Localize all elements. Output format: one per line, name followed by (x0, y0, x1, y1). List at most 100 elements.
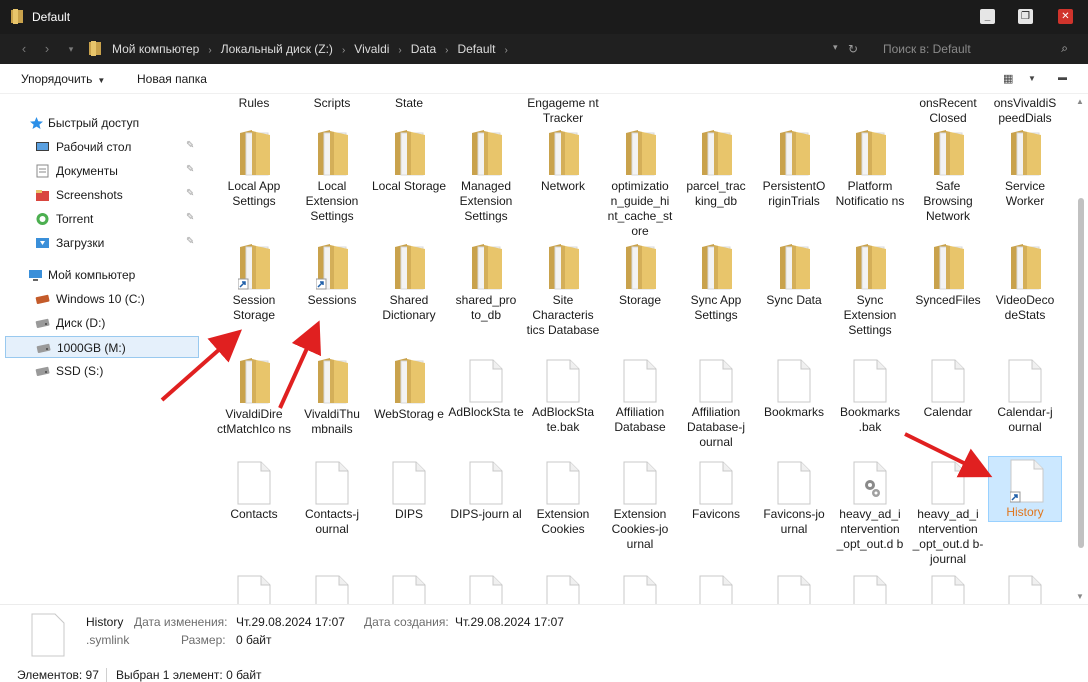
file-item[interactable] (525, 573, 601, 604)
file-item[interactable]: onsRecent Closed (910, 94, 986, 128)
file-item[interactable]: Favicons (678, 459, 754, 571)
file-item[interactable]: DIPS-journ al (448, 459, 524, 571)
file-item[interactable] (832, 573, 908, 604)
help-icon[interactable]: ▬ (1058, 72, 1067, 82)
breadcrumb-item[interactable]: Мой компьютер (112, 42, 199, 56)
new-folder-button[interactable]: Новая папка (137, 72, 207, 86)
file-item[interactable] (602, 573, 678, 604)
close-button[interactable]: ✕ (1058, 9, 1073, 24)
breadcrumb-item[interactable]: Vivaldi (354, 42, 389, 56)
file-item[interactable]: History (988, 456, 1062, 522)
file-item[interactable]: Local Extension Settings (294, 129, 370, 241)
file-item[interactable]: heavy_ad_i ntervention _opt_out.d b-jour… (910, 459, 986, 571)
file-item[interactable]: Favicons-jo urnal (756, 459, 832, 571)
breadcrumb-item[interactable]: Data (411, 42, 436, 56)
file-item[interactable]: Bookmarks .bak (832, 357, 908, 469)
forward-button[interactable]: › (39, 41, 55, 57)
vertical-scrollbar[interactable]: ▲ ▼ (1074, 94, 1088, 604)
pin-icon[interactable]: ✎ (186, 164, 194, 175)
file-item[interactable]: State (371, 94, 447, 128)
organize-button[interactable]: Упорядочить ▼ (21, 72, 105, 86)
nav-my-computer[interactable]: Мой компьютер (0, 264, 200, 286)
chevron-right-icon[interactable]: › (505, 45, 508, 56)
pin-icon[interactable]: ✎ (186, 188, 194, 199)
file-item[interactable]: Platform Notificatio ns (832, 129, 908, 241)
pin-icon[interactable]: ✎ (186, 236, 194, 247)
search-input[interactable]: Поиск в: Default ⌕ (870, 39, 1080, 60)
file-item[interactable]: AdBlockSta te (448, 357, 524, 469)
nav-quick-access[interactable]: Быстрый доступ (0, 112, 200, 134)
file-item[interactable]: Bookmarks (756, 357, 832, 469)
file-item[interactable] (756, 573, 832, 604)
chevron-right-icon[interactable]: › (445, 45, 448, 56)
nav-drive[interactable]: 1000GB (M:) (5, 336, 199, 358)
view-options-icon[interactable]: ▦ (1003, 72, 1013, 85)
file-item[interactable]: Network (525, 129, 601, 241)
file-item[interactable]: Local Storage (371, 129, 447, 241)
file-item[interactable]: SyncedFiles (910, 243, 986, 355)
file-item[interactable]: Sync Data (756, 243, 832, 355)
file-item[interactable]: Calendar (910, 357, 986, 469)
file-item[interactable]: DIPS (371, 459, 447, 571)
file-item[interactable]: Extension Cookies (525, 459, 601, 571)
file-item[interactable]: Storage (602, 243, 678, 355)
file-item[interactable]: Engageme nt Tracker (525, 94, 601, 128)
file-item[interactable] (448, 573, 524, 604)
file-item[interactable]: Contacts (216, 459, 292, 571)
file-item[interactable]: VivaldiDire ctMatchIco ns (216, 357, 292, 469)
file-item[interactable]: VivaldiThu mbnails (294, 357, 370, 469)
nav-drive[interactable]: SSD (S:) (0, 360, 200, 382)
nav-drive[interactable]: Диск (D:) (0, 312, 200, 334)
file-item[interactable]: Sync Extension Settings (832, 243, 908, 355)
back-button[interactable]: ‹ (16, 41, 32, 57)
file-item[interactable]: Scripts (294, 94, 370, 128)
chevron-right-icon[interactable]: › (208, 45, 211, 56)
nav-pinned-item[interactable]: Torrent ✎ (0, 208, 200, 230)
file-item[interactable]: Affiliation Database (602, 357, 678, 469)
maximize-button[interactable]: ❐ (1018, 9, 1033, 24)
nav-pinned-item[interactable]: Screenshots ✎ (0, 184, 200, 206)
file-item[interactable]: Rules (216, 94, 292, 128)
file-item[interactable] (987, 573, 1063, 604)
file-item[interactable]: Sessions (294, 243, 370, 355)
file-item[interactable] (910, 573, 986, 604)
file-item[interactable]: Sync App Settings (678, 243, 754, 355)
scroll-up-icon[interactable]: ▲ (1076, 97, 1084, 106)
file-item[interactable]: Extension Cookies-jo urnal (602, 459, 678, 571)
scroll-down-icon[interactable]: ▼ (1076, 592, 1084, 601)
file-item[interactable]: Affiliation Database-j ournal (678, 357, 754, 469)
file-item[interactable]: Session Storage (216, 243, 292, 355)
file-item[interactable]: Calendar-j ournal (987, 357, 1063, 469)
chevron-right-icon[interactable]: › (398, 45, 401, 56)
file-item[interactable]: WebStorag e (371, 357, 447, 469)
nav-pinned-item[interactable]: Загрузки ✎ (0, 232, 200, 254)
nav-pinned-item[interactable]: Документы ✎ (0, 160, 200, 182)
file-item[interactable]: heavy_ad_i ntervention _opt_out.d b (832, 459, 908, 571)
file-item[interactable]: Shared Dictionary (371, 243, 447, 355)
nav-drive[interactable]: Windows 10 (C:) (0, 288, 200, 310)
file-item[interactable]: Site Characteris tics Database (525, 243, 601, 355)
file-item[interactable]: shared_pro to_db (448, 243, 524, 355)
history-dropdown-icon[interactable]: ▾ (63, 41, 79, 57)
file-item[interactable]: PersistentO riginTrials (756, 129, 832, 241)
file-item[interactable]: optimizatio n_guide_hi nt_cache_st ore (602, 129, 678, 241)
file-item[interactable] (371, 573, 447, 604)
file-item[interactable]: Service Worker (987, 129, 1063, 241)
file-item[interactable] (216, 573, 292, 604)
view-dropdown-icon[interactable]: ▼ (1028, 74, 1036, 83)
scroll-thumb[interactable] (1078, 198, 1084, 548)
file-item[interactable] (294, 573, 370, 604)
address-dropdown-icon[interactable]: ▾ (833, 42, 838, 53)
refresh-icon[interactable]: ↻ (848, 42, 858, 56)
file-item[interactable] (678, 573, 754, 604)
pin-icon[interactable]: ✎ (186, 212, 194, 223)
breadcrumb-item[interactable]: Default (457, 42, 495, 56)
file-item[interactable]: Managed Extension Settings (448, 129, 524, 241)
file-item[interactable]: Local App Settings (216, 129, 292, 241)
breadcrumb-item[interactable]: Локальный диск (Z:) (221, 42, 333, 56)
chevron-right-icon[interactable]: › (342, 45, 345, 56)
file-item[interactable]: Safe Browsing Network (910, 129, 986, 241)
minimize-button[interactable]: _ (980, 9, 995, 24)
file-item[interactable]: AdBlockSta te.bak (525, 357, 601, 469)
file-item[interactable]: onsVivaldiS peedDials (987, 94, 1063, 128)
